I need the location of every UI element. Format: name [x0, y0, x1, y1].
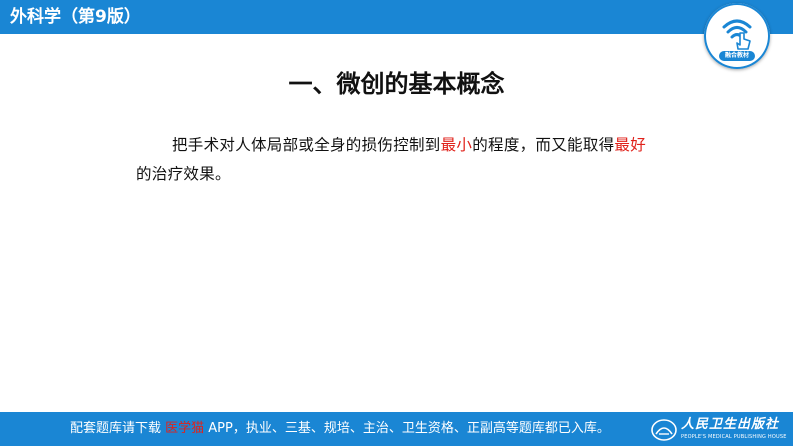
body-segment: 的程度，而又能取得	[472, 136, 615, 154]
highlight-term: 最好	[614, 136, 647, 154]
body-segment: 把手术对人体局部或全身的损伤控制到	[172, 136, 441, 154]
footer-suffix: APP，执业、三基、规培、主治、卫生资格、正副高等题库都已入库。	[204, 421, 610, 436]
header-bar: 外科学（第9版）	[0, 0, 793, 34]
highlight-term: 最小	[440, 136, 473, 154]
footer-bar: 配套题库请下载 医学猫 APP，执业、三基、规培、主治、卫生资格、正副高等题库都…	[0, 412, 793, 446]
badge-label: 融合教材	[719, 51, 755, 61]
footer-app-name[interactable]: 医学猫	[165, 421, 204, 436]
publisher-emblem-icon	[651, 419, 677, 441]
footer-prefix: 配套题库请下载	[70, 421, 166, 436]
footer-notice: 配套题库请下载 医学猫 APP，执业、三基、规培、主治、卫生资格、正副高等题库都…	[70, 421, 610, 437]
book-title: 外科学（第9版）	[10, 7, 141, 27]
fusion-textbook-badge[interactable]: 融合教材	[704, 3, 770, 69]
body-paragraph: 把手术对人体局部或全身的损伤控制到最小的程度，而又能取得最好的治疗效果。	[136, 131, 656, 189]
publisher-name: 人民卫生出版社	[681, 417, 780, 432]
publisher-english-name: PEOPLE'S MEDICAL PUBLISHING HOUSE	[681, 434, 787, 440]
slide-title: 一、微创的基本概念	[288, 70, 505, 98]
publisher-logo-block: 人民卫生出版社 PEOPLE'S MEDICAL PUBLISHING HOUS…	[650, 416, 790, 444]
body-segment: 的治疗效果。	[136, 165, 231, 183]
